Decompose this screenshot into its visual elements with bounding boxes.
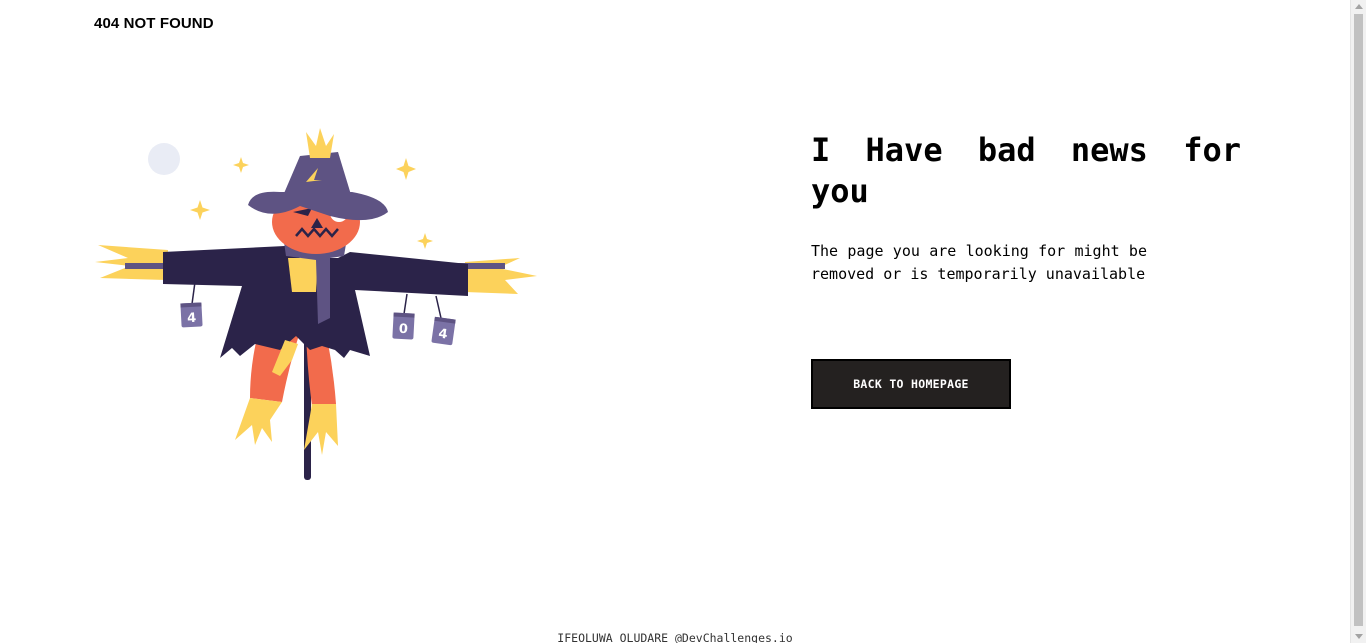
- sparkle-icon: [396, 158, 416, 180]
- sparkle-icon: [190, 200, 210, 220]
- straw-left-hand: [95, 245, 168, 280]
- page: 404 NOT FOUND 4 0 4 I Have bad news for …: [0, 0, 1350, 643]
- can-left: 4: [180, 302, 203, 328]
- hat-straw: [306, 128, 334, 158]
- can-label: 0: [398, 322, 408, 337]
- left-foot-straw: [235, 398, 282, 445]
- brand-title: 404 NOT FOUND: [94, 15, 214, 32]
- hat-crown: [282, 152, 352, 198]
- scroll-down-icon[interactable]: [1355, 634, 1363, 639]
- back-to-homepage-button[interactable]: BACK TO HOMEPAGE: [811, 359, 1011, 409]
- scarecrow-illustration: 4 0 4: [95, 128, 537, 480]
- can-right: 4: [431, 316, 456, 346]
- can-middle: 0: [392, 312, 415, 340]
- page-headline: I Have bad news for you: [811, 131, 1241, 210]
- can-label: 4: [187, 311, 197, 326]
- footer-credit: IFEOLUWA OLUDARE @DevChallenges.io: [557, 631, 793, 643]
- sparkle-icon: [417, 233, 433, 249]
- scroll-up-icon[interactable]: [1355, 4, 1363, 9]
- scroll-thumb[interactable]: [1354, 14, 1363, 626]
- vertical-scrollbar[interactable]: [1350, 0, 1366, 643]
- sparkle-icon: [233, 157, 249, 173]
- error-message: The page you are looking for might be re…: [811, 242, 1147, 283]
- shirt: [288, 258, 318, 292]
- moon-icon: [148, 143, 180, 175]
